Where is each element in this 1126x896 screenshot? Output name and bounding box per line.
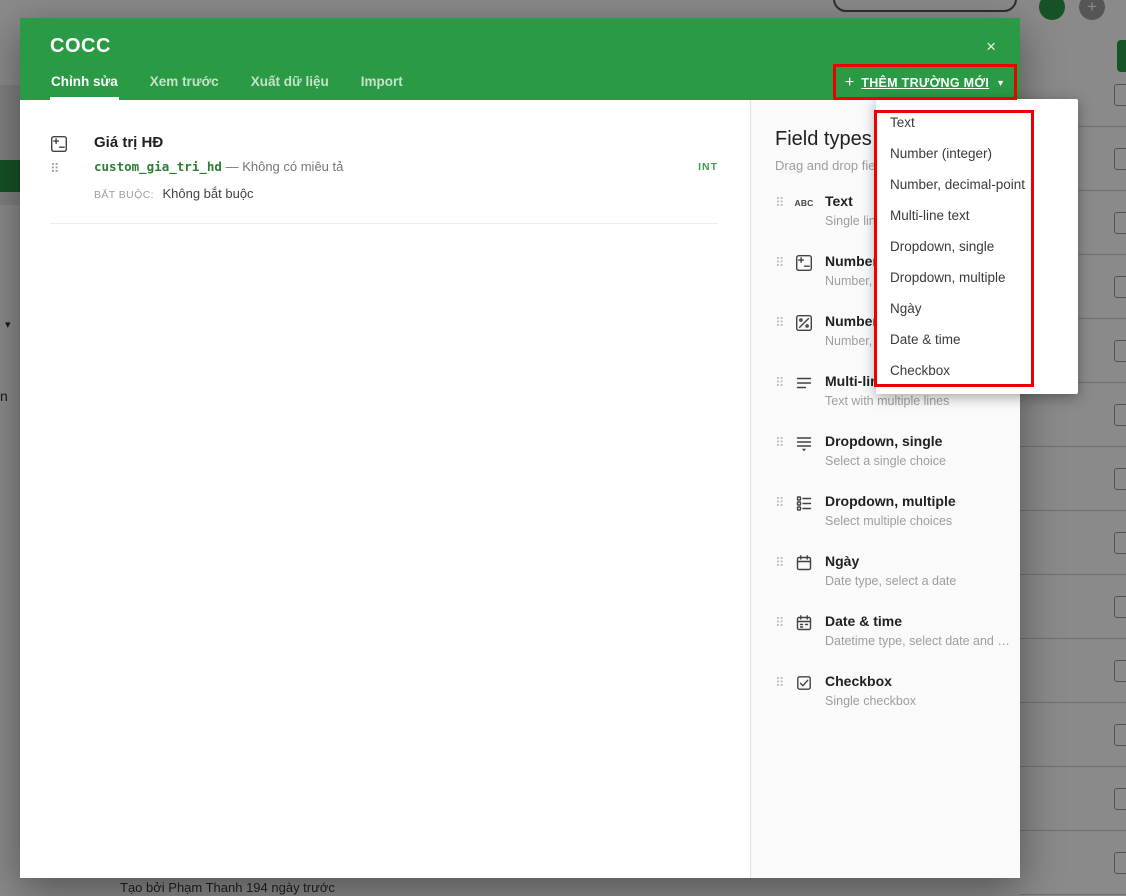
field-type-desc: Datetime type, select date and time (825, 634, 1011, 649)
multiline-text-icon (796, 377, 812, 389)
field-code: custom_gia_tri_hd (94, 159, 222, 174)
fields-list: ⠿ Giá trị HĐ custom_gia_tri_hd — Không c… (20, 100, 750, 878)
dash-separator: — (225, 159, 239, 174)
calendar-clock-icon (796, 615, 812, 631)
add-field-button[interactable]: + THÊM TRƯỜNG MỚI ▼ (836, 68, 1014, 98)
drag-handle-icon: ⠿ (775, 615, 785, 630)
field-description: Không có miêu tả (242, 159, 344, 174)
plus-icon: + (844, 74, 855, 91)
field-type-name: Dropdown, multiple (825, 493, 956, 509)
drag-handle-icon: ⠿ (775, 255, 785, 270)
text-abc-icon: ABC (794, 198, 814, 208)
field-type-name: Dropdown, single (825, 433, 943, 449)
drag-handle-icon: ⠿ (775, 195, 785, 210)
field-type-desc: Single checkbox (825, 694, 917, 709)
drag-handle-icon: ⠿ (775, 375, 785, 390)
dropdown-item-dropdown-single[interactable]: Dropdown, single (876, 231, 1078, 262)
modal-tabs: Chỉnh sửa Xem trước Xuất dữ liệu Import (50, 68, 404, 100)
dropdown-item-datetime[interactable]: Date & time (876, 324, 1078, 355)
drag-handle-icon: ⠿ (775, 495, 785, 510)
field-type-item-dropdown-multiple[interactable]: ⠿ Dropdown, multiple Select multiple cho… (775, 493, 1020, 554)
drag-handle-icon: ⠿ (775, 675, 785, 690)
field-type-item-checkbox[interactable]: ⠿ Checkbox Single checkbox (775, 673, 1020, 734)
modal-title: COCC (50, 35, 111, 57)
field-title: Giá trị HĐ (94, 134, 164, 151)
tab-import[interactable]: Import (360, 68, 404, 100)
field-type-desc: Select a single choice (825, 454, 946, 469)
drag-handle-icon: ⠿ (775, 435, 785, 450)
number-integer-icon (796, 255, 813, 272)
required-label: BẮT BUỘC: (94, 189, 155, 201)
field-type-name: Date & time (825, 613, 903, 629)
field-type-item-dropdown-single[interactable]: ⠿ Dropdown, single Select a single choic… (775, 433, 1020, 494)
dropdown-item-number-integer[interactable]: Number (integer) (876, 138, 1078, 169)
checkbox-icon (797, 676, 811, 690)
dropdown-item-text[interactable]: Text (876, 107, 1078, 138)
caret-down-icon: ▼ (996, 78, 1006, 88)
add-field-dropdown-menu: Text Number (integer) Number, decimal-po… (876, 99, 1078, 394)
field-code-line: custom_gia_tri_hd — Không có miêu tả (94, 159, 698, 174)
modal-header: COCC × Chỉnh sửa Xem trước Xuất dữ liệu … (20, 18, 1020, 100)
field-type-item-date[interactable]: ⠿ Ngày Date type, select a date (775, 553, 1020, 614)
field-type-name: Ngày (825, 553, 860, 569)
field-editor-modal: COCC × Chỉnh sửa Xem trước Xuất dữ liệu … (20, 18, 1020, 878)
modal-body: ⠿ Giá trị HĐ custom_gia_tri_hd — Không c… (20, 100, 1020, 878)
drag-handle-icon: ⠿ (775, 315, 785, 330)
tab-xuat-du-lieu[interactable]: Xuất dữ liệu (250, 68, 330, 100)
calendar-icon (796, 555, 812, 571)
add-field-button-label: THÊM TRƯỜNG MỚI (861, 76, 990, 90)
drag-handle-icon[interactable]: ⠿ (50, 162, 60, 175)
field-type-desc: Text with multiple lines (825, 394, 950, 409)
dropdown-multiple-icon (796, 496, 812, 511)
tab-xem-truoc[interactable]: Xem trước (149, 68, 220, 100)
close-icon[interactable]: × (986, 38, 996, 55)
dropdown-single-icon (796, 437, 812, 452)
dropdown-item-checkbox[interactable]: Checkbox (876, 355, 1078, 386)
required-value: Không bắt buộc (162, 186, 254, 201)
field-row-left: ⠿ (50, 134, 94, 203)
field-row-main: Giá trị HĐ custom_gia_tri_hd — Không có … (94, 134, 698, 203)
field-required-line: BẮT BUỘC: Không bắt buộc (94, 185, 698, 203)
dropdown-item-dropdown-multiple[interactable]: Dropdown, multiple (876, 262, 1078, 293)
field-type-badge: INT (698, 161, 718, 173)
field-type-desc: Date type, select a date (825, 574, 957, 589)
drag-handle-icon: ⠿ (775, 555, 785, 570)
dropdown-item-multiline[interactable]: Multi-line text (876, 200, 1078, 231)
dropdown-item-ngay[interactable]: Ngày (876, 293, 1078, 324)
tab-chinh-sua[interactable]: Chỉnh sửa (50, 68, 119, 100)
number-integer-icon (51, 136, 68, 153)
number-decimal-icon (796, 315, 813, 332)
dropdown-item-number-decimal[interactable]: Number, decimal-point (876, 169, 1078, 200)
field-type-name: Checkbox (825, 673, 892, 689)
field-row[interactable]: ⠿ Giá trị HĐ custom_gia_tri_hd — Không c… (50, 134, 718, 224)
field-type-item-datetime[interactable]: ⠿ Date & time Datetime type, select date… (775, 613, 1020, 674)
field-type-desc: Select multiple choices (825, 514, 953, 529)
